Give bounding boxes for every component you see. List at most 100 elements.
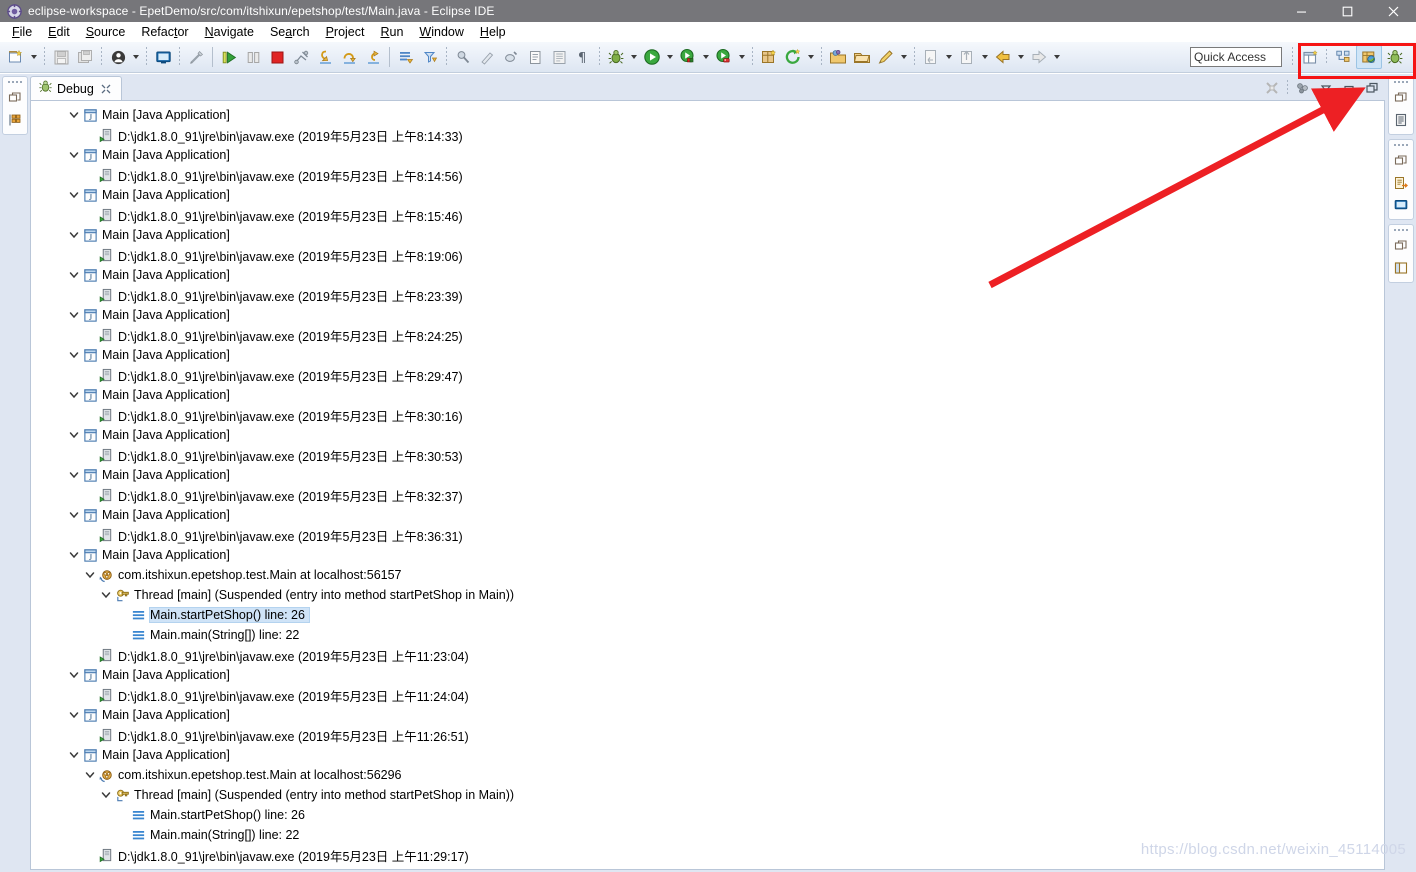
menu-search[interactable]: Search (262, 24, 318, 40)
back-dropdown-icon[interactable] (1015, 45, 1027, 69)
maximize-icon[interactable] (1361, 78, 1383, 98)
view-menu-chevron-icon[interactable] (1315, 78, 1337, 98)
suspend-icon[interactable] (241, 45, 265, 69)
new-package-icon[interactable] (757, 45, 781, 69)
search-icon[interactable] (499, 45, 523, 69)
use-step-filters-icon[interactable] (418, 45, 442, 69)
menu-project[interactable]: Project (318, 24, 373, 40)
tree-row[interactable]: J Main [Java Application] (31, 105, 1384, 125)
refresh-icon[interactable] (781, 45, 805, 69)
debug-dropdown-icon[interactable] (628, 45, 640, 69)
chevron-down-icon[interactable] (67, 505, 81, 525)
tree-row[interactable]: Thread [main] (Suspended (entry into met… (31, 785, 1384, 805)
new-java-class-icon[interactable] (151, 45, 175, 69)
chevron-down-icon[interactable] (67, 425, 81, 445)
tree-row[interactable]: J Main [Java Application] (31, 345, 1384, 365)
tree-row[interactable]: J Main [Java Application] (31, 185, 1384, 205)
new-wizard-dropdown-icon[interactable] (28, 45, 40, 69)
trim-grip[interactable] (1394, 79, 1408, 85)
external-tools-icon[interactable] (475, 45, 499, 69)
menu-run[interactable]: Run (372, 24, 411, 40)
debug-tree[interactable]: J Main [Java Application] D:\jdk1.8.0_91\j… (31, 101, 1384, 865)
open-folder-icon[interactable] (850, 45, 874, 69)
chevron-down-icon[interactable] (67, 385, 81, 405)
tree-row[interactable]: Main.main(String[]) line: 22 (31, 625, 1384, 645)
coverage-dropdown-icon[interactable] (700, 45, 712, 69)
debug-perspective-icon[interactable] (1382, 45, 1408, 69)
chevron-down-icon[interactable] (67, 665, 81, 685)
open-perspective-icon[interactable] (826, 45, 850, 69)
annotate-dropdown-icon[interactable] (898, 45, 910, 69)
chevron-down-icon[interactable] (99, 785, 113, 805)
restore-view-icon[interactable] (1391, 236, 1411, 256)
refresh-dropdown-icon[interactable] (805, 45, 817, 69)
chevron-down-icon[interactable] (99, 585, 113, 605)
previous-annotation-dropdown-icon[interactable] (943, 45, 955, 69)
tree-row[interactable]: D:\jdk1.8.0_91\jre\bin\javaw.exe (2019年5… (31, 285, 1384, 305)
tree-row[interactable]: D:\jdk1.8.0_91\jre\bin\javaw.exe (2019年5… (31, 645, 1384, 665)
tree-row[interactable]: D:\jdk1.8.0_91\jre\bin\javaw.exe (2019年5… (31, 165, 1384, 185)
console-view-icon[interactable] (1391, 195, 1411, 215)
save-all-icon[interactable] (73, 45, 97, 69)
menu-window[interactable]: Window (411, 24, 471, 40)
restore-view-icon[interactable] (5, 88, 25, 108)
menu-source[interactable]: Source (78, 24, 134, 40)
tree-row[interactable]: D:\jdk1.8.0_91\jre\bin\javaw.exe (2019年5… (31, 125, 1384, 145)
chevron-down-icon[interactable] (83, 765, 97, 785)
chevron-down-icon[interactable] (67, 145, 81, 165)
tree-row[interactable]: D:\jdk1.8.0_91\jre\bin\javaw.exe (2019年5… (31, 685, 1384, 705)
run-dropdown-icon[interactable] (664, 45, 676, 69)
tree-row[interactable]: D:\jdk1.8.0_91\jre\bin\javaw.exe (2019年5… (31, 325, 1384, 345)
tree-row[interactable]: J Main [Java Application] (31, 745, 1384, 765)
back-icon[interactable] (991, 45, 1015, 69)
chevron-down-icon[interactable] (67, 465, 81, 485)
skip-breakpoints-dropdown-icon[interactable] (130, 45, 142, 69)
chevron-down-icon[interactable] (67, 105, 81, 125)
tree-row[interactable]: J Main [Java Application] (31, 145, 1384, 165)
outline-view-icon[interactable] (1391, 110, 1411, 130)
tree-row[interactable]: com.itshixun.epetshop.test.Main at local… (31, 765, 1384, 785)
package-explorer-icon[interactable] (1391, 258, 1411, 278)
disconnect-icon[interactable] (184, 45, 208, 69)
tree-row[interactable]: Main.startPetShop() line: 26 (31, 605, 1384, 625)
toggle-markers-icon[interactable] (547, 45, 571, 69)
forward-icon[interactable] (1027, 45, 1051, 69)
tree-row[interactable]: J Main [Java Application] (31, 305, 1384, 325)
chevron-down-icon[interactable] (83, 565, 97, 585)
next-annotation-dropdown-icon[interactable] (979, 45, 991, 69)
chevron-down-icon[interactable] (67, 265, 81, 285)
tree-row[interactable]: D:\jdk1.8.0_91\jre\bin\javaw.exe (2019年5… (31, 205, 1384, 225)
tree-row[interactable]: J Main [Java Application] (31, 705, 1384, 725)
chevron-down-icon[interactable] (67, 705, 81, 725)
chevron-down-icon[interactable] (67, 305, 81, 325)
step-return-icon[interactable] (361, 45, 385, 69)
remove-all-terminated-icon[interactable] (1261, 78, 1283, 98)
tree-row[interactable]: D:\jdk1.8.0_91\jre\bin\javaw.exe (2019年5… (31, 725, 1384, 745)
tree-row[interactable]: J Main [Java Application] (31, 665, 1384, 685)
tree-row[interactable]: Thread [main] (Suspended (entry into met… (31, 585, 1384, 605)
step-into-icon[interactable] (313, 45, 337, 69)
profile-dropdown-icon[interactable] (736, 45, 748, 69)
chevron-down-icon[interactable] (67, 225, 81, 245)
chevron-down-icon[interactable] (67, 745, 81, 765)
trim-grip[interactable] (8, 79, 22, 85)
tree-row[interactable]: D:\jdk1.8.0_91\jre\bin\javaw.exe (2019年5… (31, 405, 1384, 425)
chevron-down-icon[interactable] (67, 345, 81, 365)
open-type-icon[interactable] (523, 45, 547, 69)
menu-navigate[interactable]: Navigate (197, 24, 262, 40)
debug-icon[interactable] (604, 45, 628, 69)
tree-row[interactable]: J Main [Java Application] (31, 385, 1384, 405)
disconnect2-icon[interactable] (289, 45, 313, 69)
tree-row[interactable]: Main.startPetShop() line: 26 (31, 805, 1384, 825)
minimize-icon[interactable] (1278, 0, 1324, 22)
profile-icon[interactable] (712, 45, 736, 69)
resume-icon[interactable] (217, 45, 241, 69)
restore-view-icon[interactable] (1391, 88, 1411, 108)
tree-row[interactable]: J Main [Java Application] (31, 265, 1384, 285)
variables-view-icon[interactable] (5, 110, 25, 130)
previous-annotation-icon[interactable] (919, 45, 943, 69)
drop-to-frame-icon[interactable] (394, 45, 418, 69)
step-over-icon[interactable] (337, 45, 361, 69)
new-wizard-icon[interactable] (4, 45, 28, 69)
restore-view-icon[interactable] (1391, 151, 1411, 171)
